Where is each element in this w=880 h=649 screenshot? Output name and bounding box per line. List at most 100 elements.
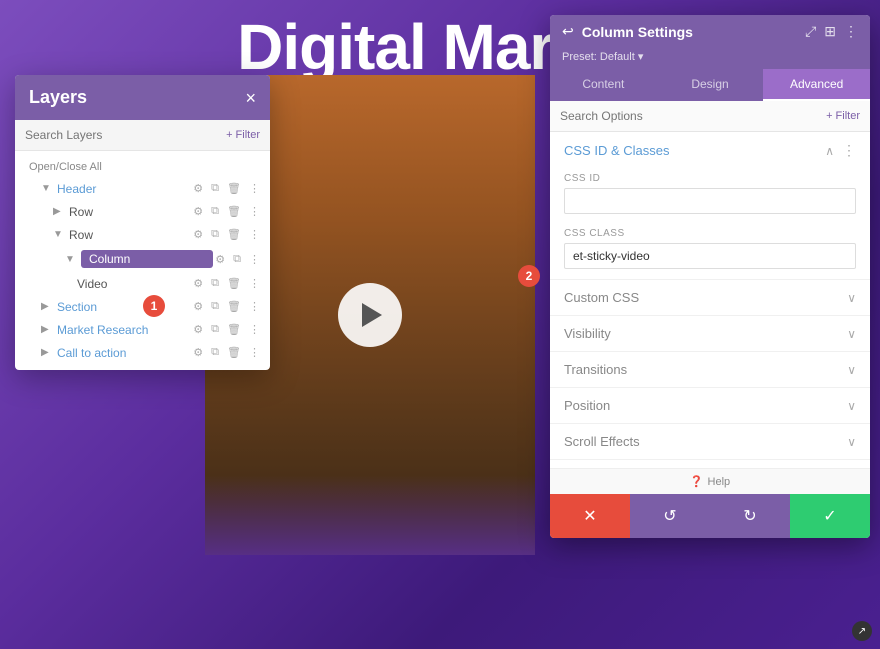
layer-item-video[interactable]: Video ⚙ ⧉ 🗑 ⋮: [15, 272, 270, 295]
layer-market-copy-icon[interactable]: ⧉: [209, 322, 221, 337]
layer-video-delete-icon[interactable]: 🗑: [225, 276, 243, 291]
layer-market-actions: ⚙ ⧉ 🗑 ⋮: [191, 322, 262, 337]
layer-item-row1[interactable]: ▶ Row ⚙ ⧉ 🗑 ⋮: [15, 200, 270, 223]
layers-search-bar: + Filter: [15, 120, 270, 151]
layer-section-delete-icon[interactable]: 🗑: [225, 299, 243, 314]
layers-panel: Layers × + Filter Open/Close All ▼ Heade…: [15, 75, 270, 370]
layer-section-settings-icon[interactable]: ⚙: [191, 299, 205, 314]
layer-row2-more-icon[interactable]: ⋮: [247, 227, 262, 242]
layer-row2-delete-icon[interactable]: 🗑: [225, 227, 243, 242]
layer-market-more-icon[interactable]: ⋮: [247, 322, 262, 337]
settings-section-scroll-effects-title: Scroll Effects: [564, 434, 847, 449]
settings-split-icon[interactable]: ⊞: [824, 23, 836, 40]
layer-toggle-header: ▼: [41, 183, 53, 194]
layer-section-actions: ⚙ ⧉ 🗑 ⋮: [191, 299, 262, 314]
layer-item-row2[interactable]: ▼ Row ⚙ ⧉ 🗑 ⋮: [15, 223, 270, 246]
layer-row1-delete-icon[interactable]: 🗑: [225, 204, 243, 219]
layer-cta-settings-icon[interactable]: ⚙: [191, 345, 205, 360]
layer-row1-more-icon[interactable]: ⋮: [247, 204, 262, 219]
layer-market-settings-icon[interactable]: ⚙: [191, 322, 205, 337]
settings-search-bar: + Filter: [550, 101, 870, 132]
settings-more-icon[interactable]: ⋮: [844, 23, 858, 40]
layer-row2-settings-icon[interactable]: ⚙: [191, 227, 205, 242]
layer-section-more-icon[interactable]: ⋮: [247, 299, 262, 314]
open-close-all[interactable]: Open/Close All: [15, 157, 270, 177]
layer-item-market-research[interactable]: ▶ Market Research ⚙ ⧉ 🗑 ⋮: [15, 318, 270, 341]
layer-cta-more-icon[interactable]: ⋮: [247, 345, 262, 360]
badge-2: 2: [518, 265, 540, 287]
layer-column-copy-icon[interactable]: ⧉: [231, 252, 243, 267]
settings-section-position: Position ∨: [550, 388, 870, 424]
layer-label-header: Header: [57, 182, 191, 196]
layer-settings-icon[interactable]: ⚙: [191, 181, 205, 196]
settings-section-css-header[interactable]: CSS ID & Classes ∧ ⋮: [550, 132, 870, 169]
layer-market-delete-icon[interactable]: 🗑: [225, 322, 243, 337]
undo-button[interactable]: ↺: [630, 494, 710, 538]
layer-row1-settings-icon[interactable]: ⚙: [191, 204, 205, 219]
settings-section-scroll-effects-header[interactable]: Scroll Effects ∨: [550, 424, 870, 459]
css-id-label: CSS ID: [564, 173, 856, 184]
settings-section-custom-css: Custom CSS ∨: [550, 280, 870, 316]
layer-row2-copy-icon[interactable]: ⧉: [209, 227, 221, 242]
css-section-chevron-up: ∧: [825, 144, 834, 158]
settings-section-transitions-header[interactable]: Transitions ∨: [550, 352, 870, 387]
layer-item-call-to-action[interactable]: ▶ Call to action ⚙ ⧉ 🗑 ⋮: [15, 341, 270, 364]
custom-css-chevron: ∨: [847, 291, 856, 305]
layer-video-actions: ⚙ ⧉ 🗑 ⋮: [191, 276, 262, 291]
layer-video-settings-icon[interactable]: ⚙: [191, 276, 205, 291]
layer-column-actions: ⚙ ⧉ ⋮: [213, 252, 262, 267]
layers-filter-button[interactable]: + Filter: [226, 129, 260, 141]
layer-delete-icon[interactable]: 🗑: [225, 181, 243, 196]
settings-section-visibility-title: Visibility: [564, 326, 847, 341]
layer-item-column[interactable]: ▼ Column ⚙ ⧉ ⋮: [15, 246, 270, 272]
tab-content[interactable]: Content: [550, 69, 657, 101]
settings-title-left: ↩ Column Settings: [562, 23, 693, 40]
layers-close-button[interactable]: ×: [245, 89, 256, 107]
layer-column-more-icon[interactable]: ⋮: [247, 252, 262, 267]
layer-item-header[interactable]: ▼ Header ⚙ ⧉ 🗑 ⋮: [15, 177, 270, 200]
settings-section-transitions-icons: ∨: [847, 363, 856, 377]
layer-copy-icon[interactable]: ⧉: [209, 181, 221, 196]
settings-section-position-icons: ∨: [847, 399, 856, 413]
layer-label-row2: Row: [69, 228, 191, 242]
layer-label-call-to-action: Call to action: [57, 346, 191, 360]
settings-expand-icon[interactable]: ⤢: [805, 23, 816, 40]
layer-cta-delete-icon[interactable]: 🗑: [225, 345, 243, 360]
scroll-effects-chevron: ∨: [847, 435, 856, 449]
layer-column-settings-icon[interactable]: ⚙: [213, 252, 227, 267]
css-id-field: CSS ID: [550, 169, 870, 224]
layer-row1-copy-icon[interactable]: ⧉: [209, 204, 221, 219]
settings-back-icon[interactable]: ↩: [562, 23, 574, 40]
settings-filter-button[interactable]: + Filter: [826, 110, 860, 122]
layer-video-copy-icon[interactable]: ⧉: [209, 276, 221, 291]
css-section-more[interactable]: ⋮: [842, 142, 856, 159]
layer-label-row1: Row: [69, 205, 191, 219]
css-class-input[interactable]: [564, 243, 856, 269]
settings-search-input[interactable]: [560, 109, 826, 123]
settings-section-custom-css-icons: ∨: [847, 291, 856, 305]
settings-section-position-header[interactable]: Position ∨: [550, 388, 870, 423]
settings-preset[interactable]: Preset: Default ▾: [550, 48, 870, 69]
settings-section-css-icons: ∧ ⋮: [825, 142, 856, 159]
layer-toggle-call-to-action: ▶: [41, 347, 53, 358]
tab-design[interactable]: Design: [657, 69, 764, 101]
settings-section-visibility-header[interactable]: Visibility ∨: [550, 316, 870, 351]
layer-toggle-market-research: ▶: [41, 324, 53, 335]
settings-section-custom-css-header[interactable]: Custom CSS ∨: [550, 280, 870, 315]
save-button[interactable]: ✓: [790, 494, 870, 538]
redo-button[interactable]: ↻: [710, 494, 790, 538]
layer-label-market-research: Market Research: [57, 323, 191, 337]
cancel-button[interactable]: ✕: [550, 494, 630, 538]
tab-advanced[interactable]: Advanced: [763, 69, 870, 101]
layer-more-icon[interactable]: ⋮: [247, 181, 262, 196]
layer-cta-copy-icon[interactable]: ⧉: [209, 345, 221, 360]
css-id-input[interactable]: [564, 188, 856, 214]
settings-section-css-title: CSS ID & Classes: [564, 143, 825, 158]
settings-titlebar: ↩ Column Settings ⤢ ⊞ ⋮: [550, 15, 870, 48]
layer-video-more-icon[interactable]: ⋮: [247, 276, 262, 291]
corner-cursor-icon: [852, 621, 872, 641]
play-button[interactable]: [338, 283, 402, 347]
layers-search-input[interactable]: [25, 128, 220, 142]
layer-section-copy-icon[interactable]: ⧉: [209, 299, 221, 314]
settings-title-text: Column Settings: [582, 24, 693, 40]
